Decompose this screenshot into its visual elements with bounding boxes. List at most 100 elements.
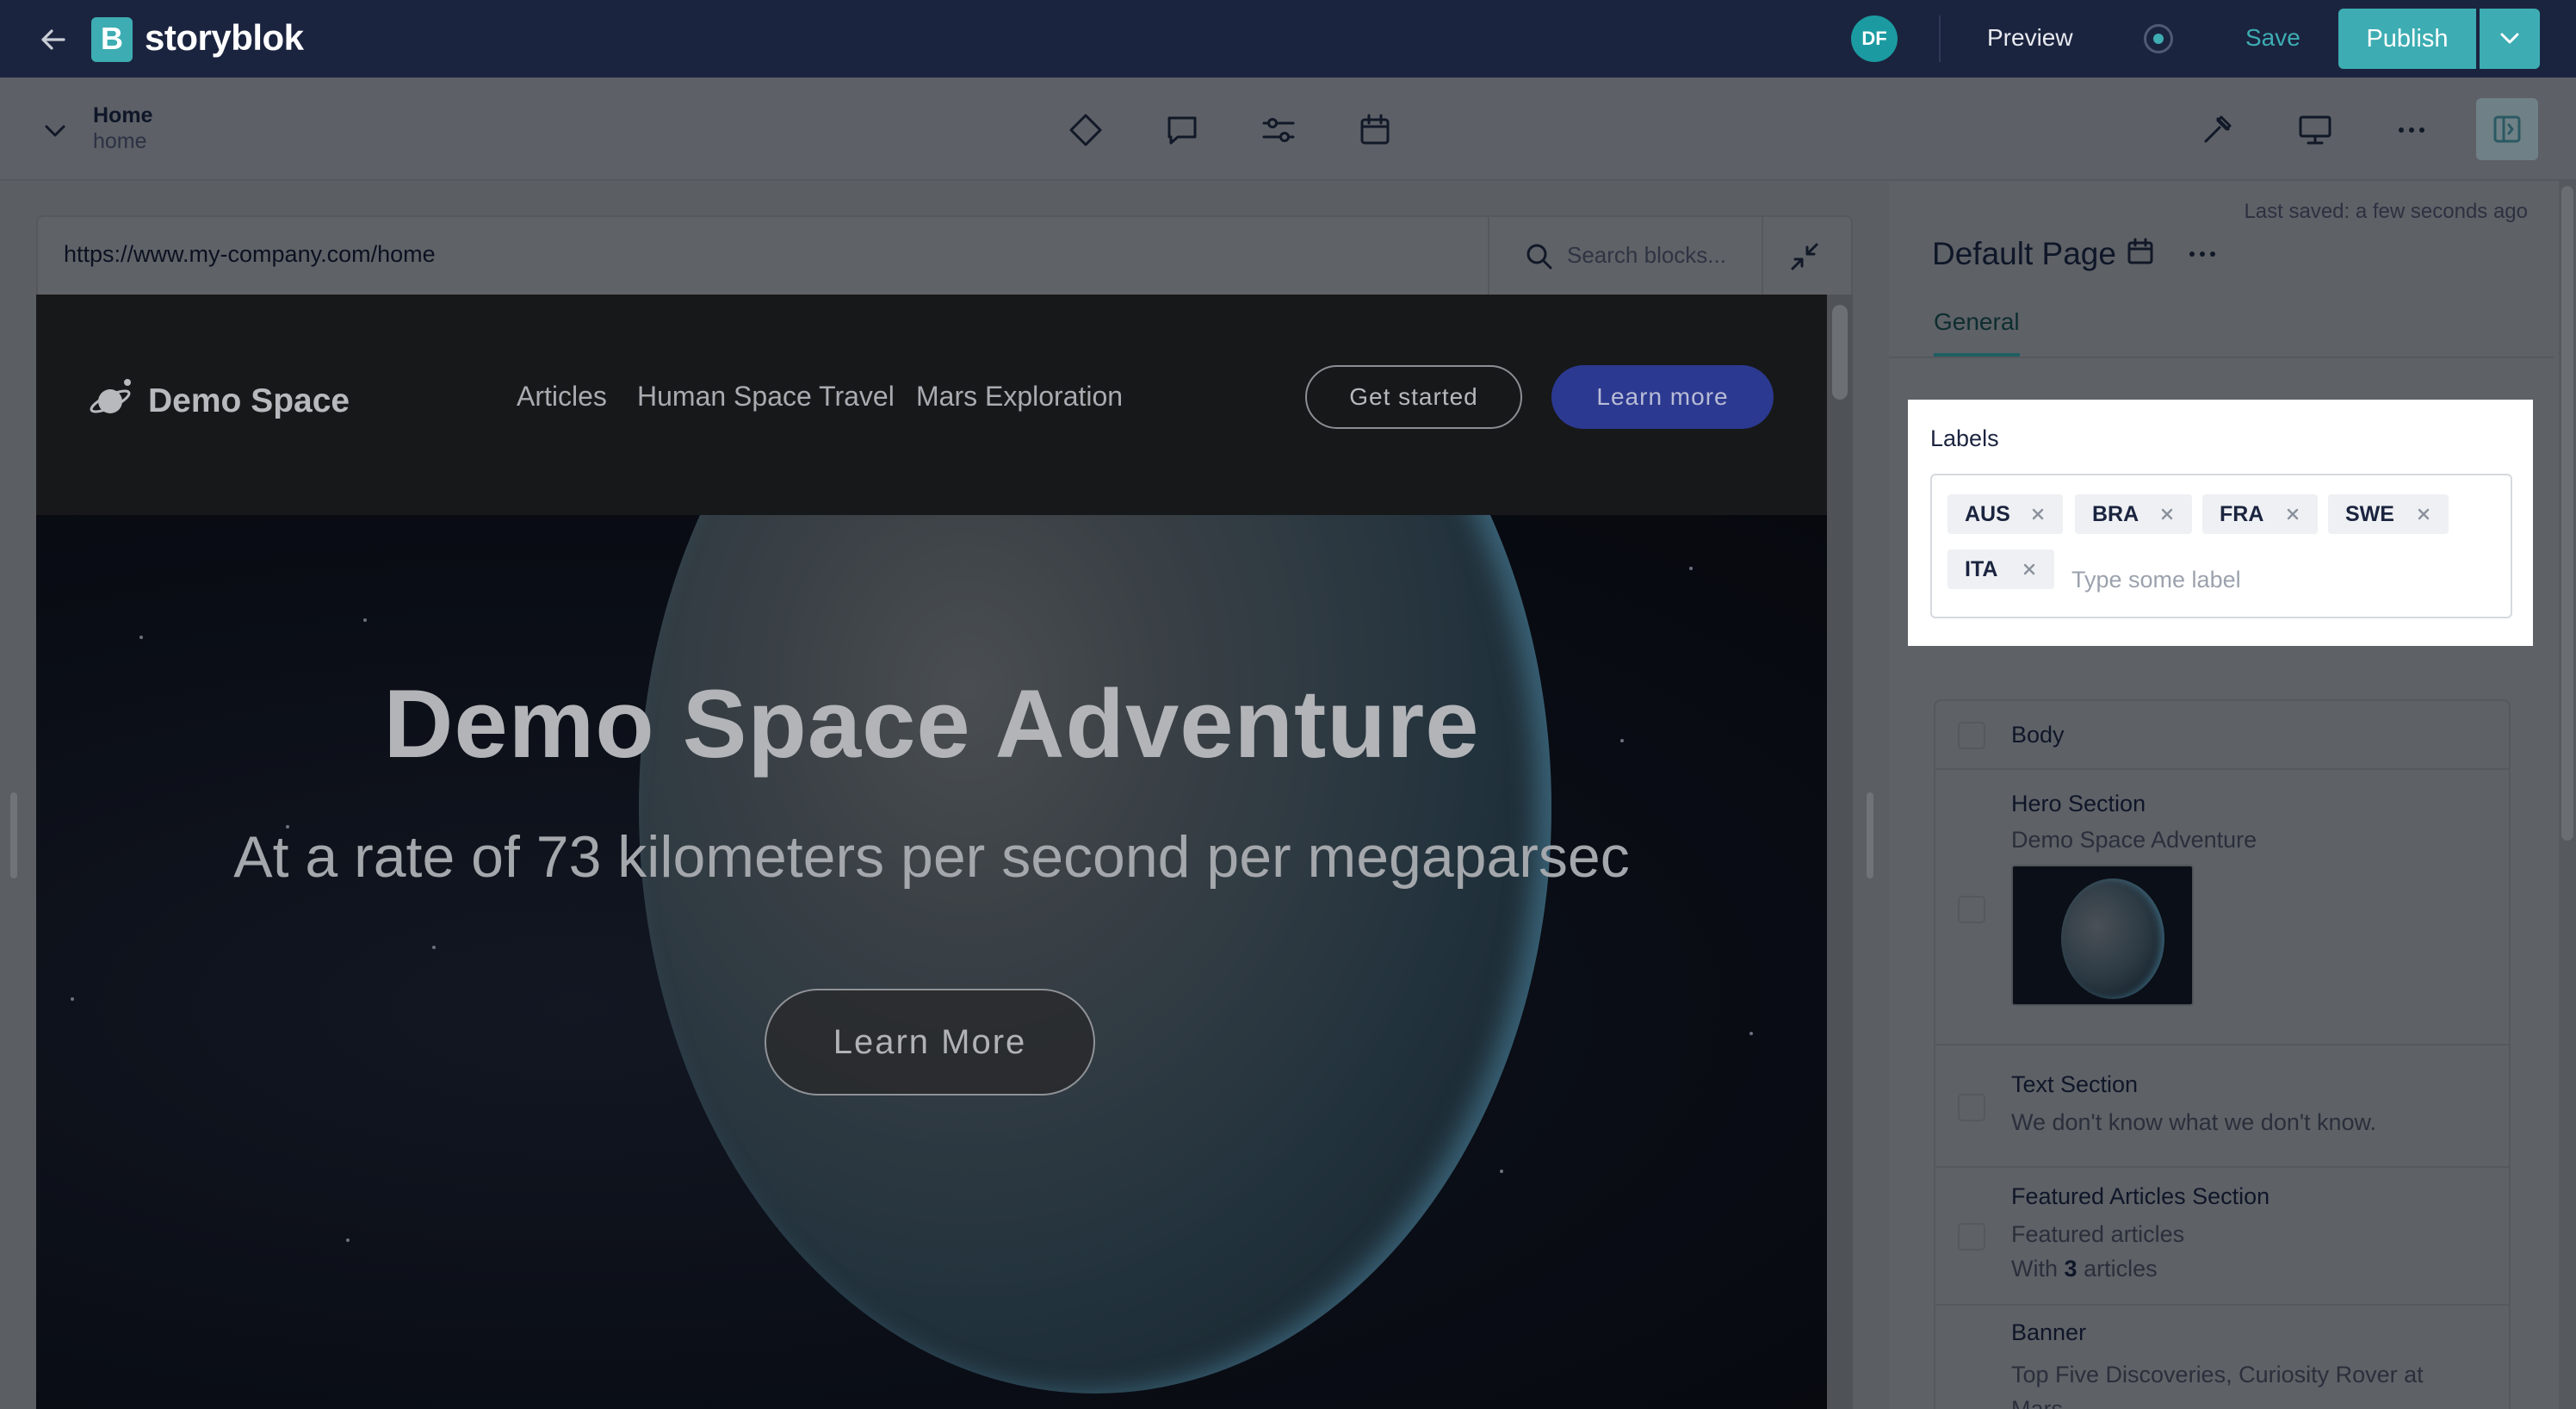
- count-value: 3: [2064, 1256, 2078, 1282]
- block-checkbox[interactable]: [1958, 1223, 1985, 1251]
- comment-icon[interactable]: [1162, 110, 1202, 150]
- tab-general[interactable]: General: [1934, 308, 2020, 357]
- planet-logo-icon: [90, 379, 131, 413]
- chevron-down-icon[interactable]: [38, 114, 72, 148]
- earth-thumbnail: [2061, 878, 2164, 999]
- visual-preview: https://www.my-company.com/home Demo Spa…: [36, 215, 1853, 1409]
- close-icon[interactable]: [2022, 562, 2037, 577]
- labels-input-box[interactable]: AUS BRA FRA SWE ITA: [1930, 474, 2512, 618]
- resize-handle[interactable]: [10, 792, 17, 878]
- block-description: Demo Space Adventure: [2011, 827, 2257, 853]
- top-bar: B storyblok DF Preview Save Publish: [0, 0, 2576, 78]
- tab-divider: [1889, 357, 2554, 358]
- chevron-down-icon: [2500, 33, 2519, 44]
- close-icon[interactable]: [2416, 506, 2431, 522]
- hero-subtitle: At a rate of 73 kilometers per second pe…: [233, 824, 1630, 890]
- block-item-banner[interactable]: Banner Top Five Discoveries, Curiosity R…: [1935, 1306, 2509, 1409]
- search-blocks-input[interactable]: [1567, 238, 1748, 272]
- diamond-icon[interactable]: [1066, 110, 1105, 150]
- storyblok-logo: B: [91, 17, 133, 62]
- content-type-title: Default Page: [1932, 236, 2116, 271]
- preview-scroll-thumb[interactable]: [1832, 305, 1848, 400]
- sliders-icon[interactable]: [1259, 110, 1298, 150]
- nav-link-mars-exploration[interactable]: Mars Exploration: [916, 381, 1123, 413]
- hero-title: Demo Space Adventure: [383, 670, 1480, 778]
- panel-scroll-thumb[interactable]: [2561, 186, 2573, 841]
- star: [1749, 1032, 1753, 1035]
- story-title: Home: [93, 103, 153, 127]
- publish-options-button[interactable]: [2480, 9, 2540, 69]
- website-preview: Demo Space Articles Human Space Travel M…: [36, 295, 1827, 1409]
- star: [1689, 567, 1693, 570]
- save-button[interactable]: Save: [2245, 24, 2300, 52]
- block-item-featured-articles[interactable]: Featured Articles Section Featured artic…: [1935, 1168, 2509, 1306]
- back-arrow-icon[interactable]: [34, 21, 72, 59]
- star: [363, 618, 367, 622]
- block-item-hero[interactable]: Hero Section Demo Space Adventure: [1935, 770, 2509, 1046]
- label-tag-text: BRA: [2092, 502, 2139, 526]
- label-tag-text: FRA: [2220, 502, 2264, 526]
- preview-url[interactable]: https://www.my-company.com/home: [64, 241, 436, 268]
- status-indicator-icon[interactable]: [2144, 24, 2173, 53]
- learn-more-nav-button[interactable]: Learn more: [1551, 365, 1774, 429]
- nav-link-human-space-travel[interactable]: Human Space Travel: [637, 381, 895, 413]
- body-label: Body: [2011, 722, 2065, 748]
- star: [71, 997, 74, 1001]
- count-prefix: With: [2011, 1256, 2058, 1282]
- star: [1500, 1170, 1503, 1173]
- monitor-icon[interactable]: [2295, 110, 2335, 150]
- nav-link-articles[interactable]: Articles: [517, 381, 607, 413]
- label-tag-text: SWE: [2345, 502, 2394, 526]
- block-name: Featured Articles Section: [2011, 1183, 2270, 1209]
- preview-button[interactable]: Preview: [1987, 24, 2073, 52]
- more-icon[interactable]: [2392, 110, 2431, 150]
- block-name: Hero Section: [2011, 791, 2146, 816]
- label-tag-text: ITA: [1965, 557, 1998, 581]
- block-checkbox[interactable]: [1958, 1094, 1985, 1121]
- label-tag: SWE: [2328, 494, 2449, 534]
- label-input[interactable]: [2071, 560, 2330, 599]
- more-icon[interactable]: [2185, 241, 2220, 267]
- site-navbar: Demo Space Articles Human Space Travel M…: [36, 295, 1827, 515]
- side-panel-toggle[interactable]: [2476, 98, 2538, 160]
- search-icon: [1526, 244, 1552, 270]
- calendar-icon[interactable]: [2125, 236, 2156, 267]
- panel-resize-handle[interactable]: [1867, 792, 1873, 878]
- block-description: Featured articles: [2011, 1221, 2185, 1247]
- close-icon[interactable]: [2159, 506, 2175, 522]
- block-search: [1488, 217, 1763, 296]
- star: [139, 636, 143, 639]
- preview-scrollbar[interactable]: [1827, 295, 1853, 1409]
- block-checkbox[interactable]: [1958, 896, 1985, 923]
- calendar-icon[interactable]: [1355, 110, 1395, 150]
- body-header: Body: [1935, 701, 2509, 770]
- brand-name: storyblok: [145, 17, 304, 58]
- hero-learn-more-button[interactable]: Learn More: [765, 989, 1095, 1096]
- star: [346, 1238, 350, 1242]
- block-article-count: With 3 articles: [2011, 1256, 2158, 1282]
- hammer-icon[interactable]: [2199, 110, 2239, 150]
- select-all-checkbox[interactable]: [1958, 722, 1985, 749]
- site-logo-text[interactable]: Demo Space: [148, 382, 350, 420]
- story-slug: home: [93, 129, 147, 153]
- collapse-icon[interactable]: [1786, 238, 1824, 276]
- block-name: Text Section: [2011, 1071, 2139, 1097]
- labels-field-title: Labels: [1930, 425, 1999, 451]
- publish-button[interactable]: Publish: [2338, 9, 2476, 69]
- top-divider: [1939, 16, 1941, 62]
- side-panel-icon: [2493, 115, 2521, 143]
- count-suffix: articles: [2084, 1256, 2158, 1282]
- block-name: Banner: [2011, 1319, 2087, 1345]
- hero-image-thumbnail: [2011, 865, 2194, 1006]
- label-tag: AUS: [1947, 494, 2063, 534]
- block-item-text[interactable]: Text Section We don't know what we don't…: [1935, 1046, 2509, 1168]
- close-icon[interactable]: [2030, 506, 2046, 522]
- block-description: Top Five Discoveries, Curiosity Rover at…: [2011, 1362, 2424, 1409]
- hero-section[interactable]: Demo Space Adventure At a rate of 73 kil…: [36, 515, 1827, 1409]
- earth-atmosphere: [639, 515, 1551, 1393]
- close-icon[interactable]: [2285, 506, 2300, 522]
- user-avatar[interactable]: DF: [1851, 16, 1898, 62]
- star: [432, 946, 436, 949]
- story-header: Home home: [0, 78, 2576, 181]
- get-started-button[interactable]: Get started: [1305, 365, 1522, 429]
